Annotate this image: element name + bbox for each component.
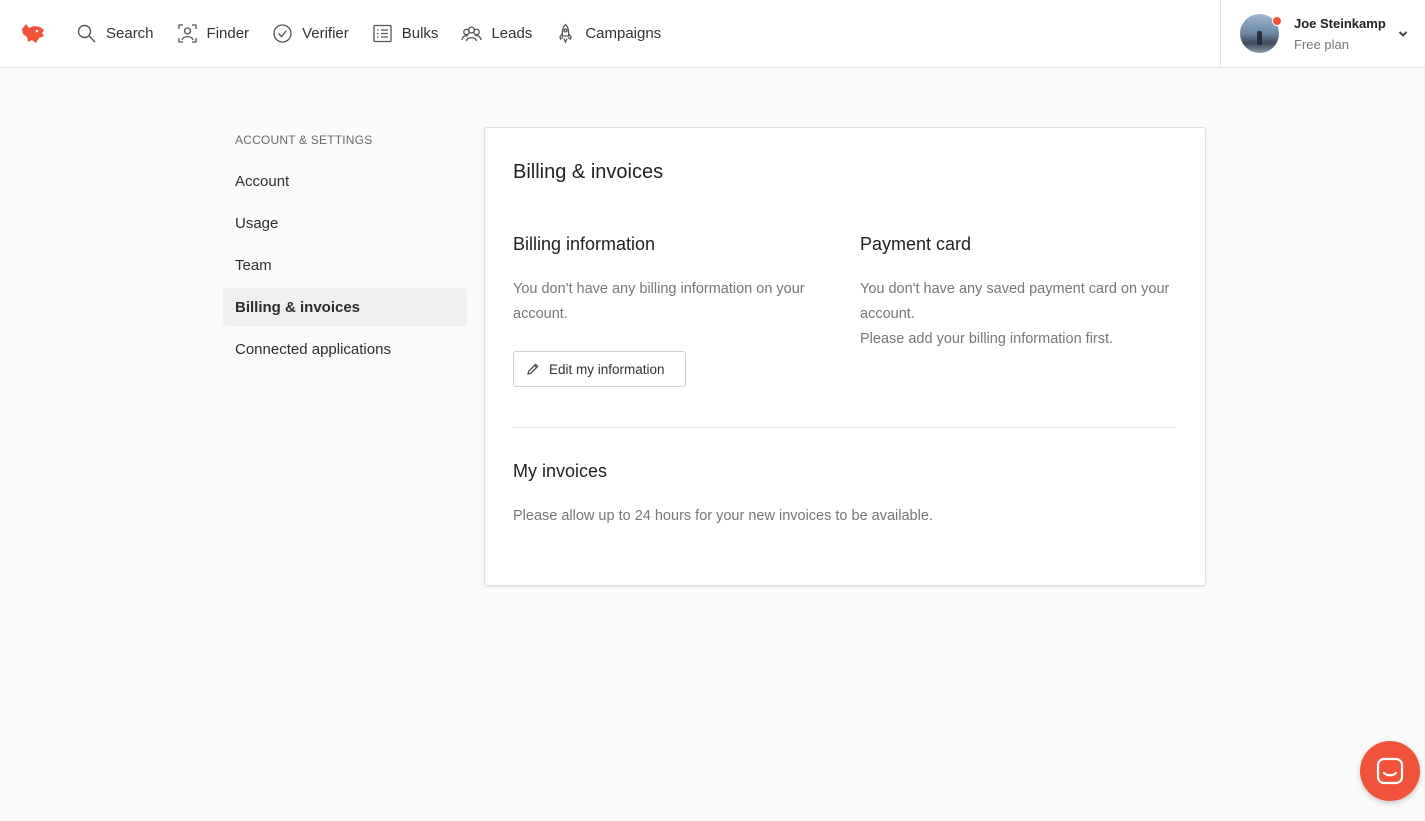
nav-leads-label: Leads [491, 25, 533, 42]
my-invoices-title: My invoices [513, 461, 608, 481]
sidebar-item-connected-applications[interactable]: Connected applications [223, 330, 467, 368]
finder-icon [177, 24, 197, 43]
nav-search-label: Search [106, 25, 154, 42]
payment-card-title: Payment card [860, 234, 972, 254]
nav-search[interactable]: Search [76, 23, 154, 44]
sidebar-item-account[interactable]: Account [223, 162, 467, 200]
sidebar-heading: ACCOUNT & SETTINGS [235, 133, 373, 147]
user-name: Joe Steinkamp [1294, 16, 1386, 31]
nav-bulks[interactable]: Bulks [372, 23, 439, 44]
notification-dot [1272, 16, 1282, 26]
nav-leads[interactable]: Leads [461, 23, 532, 44]
nav-campaigns[interactable]: Campaigns [555, 23, 661, 44]
my-invoices-text: Please allow up to 24 hours for your new… [513, 508, 933, 524]
section-divider [513, 427, 1176, 428]
verifier-icon [273, 24, 292, 43]
sidebar-item-team[interactable]: Team [223, 246, 467, 284]
main-nav: Search Finder Verifier Bulks Leads Campa… [76, 0, 684, 67]
hunter-logo-icon[interactable] [20, 20, 46, 46]
billing-card: Billing & invoices Billing information Y… [484, 127, 1206, 586]
edit-my-information-button[interactable]: Edit my information [513, 351, 686, 387]
payment-text-line-2: account. [860, 306, 915, 322]
user-plan: Free plan [1294, 37, 1349, 52]
billing-information-text: You don't have any billing information o… [513, 277, 805, 327]
nav-verifier[interactable]: Verifier [272, 23, 349, 44]
billing-information-title: Billing information [513, 234, 656, 254]
nav-finder[interactable]: Finder [177, 23, 250, 44]
payment-text-line-3: Please add your billing information firs… [860, 331, 1114, 347]
payment-card-text: You don't have any saved payment card on… [860, 277, 1169, 352]
page-title: Billing & invoices [513, 161, 664, 183]
search-icon [77, 24, 96, 43]
chevron-down-icon[interactable] [1397, 28, 1409, 40]
bulks-icon [373, 24, 392, 43]
billing-text-line-1: You don't have any billing information o… [513, 281, 805, 297]
nav-finder-label: Finder [206, 25, 250, 42]
pencil-icon [527, 363, 539, 375]
user-menu[interactable]: Joe Steinkamp Free plan [1220, 0, 1425, 67]
nav-campaigns-label: Campaigns [585, 25, 662, 42]
chat-icon [1376, 757, 1404, 785]
payment-text-line-1: You don't have any saved payment card on… [860, 281, 1170, 297]
sidebar-item-billing[interactable]: Billing & invoices [223, 288, 467, 326]
top-navigation-bar: Search Finder Verifier Bulks Leads Campa… [0, 0, 1425, 68]
edit-my-information-label: Edit my information [549, 361, 665, 377]
billing-text-line-2: account. [513, 306, 568, 322]
nav-verifier-label: Verifier [302, 25, 349, 42]
sidebar-item-usage[interactable]: Usage [223, 204, 467, 242]
chat-launcher-button[interactable] [1360, 741, 1420, 801]
campaigns-icon [559, 23, 573, 44]
leads-icon [461, 26, 483, 42]
nav-bulks-label: Bulks [401, 25, 439, 42]
